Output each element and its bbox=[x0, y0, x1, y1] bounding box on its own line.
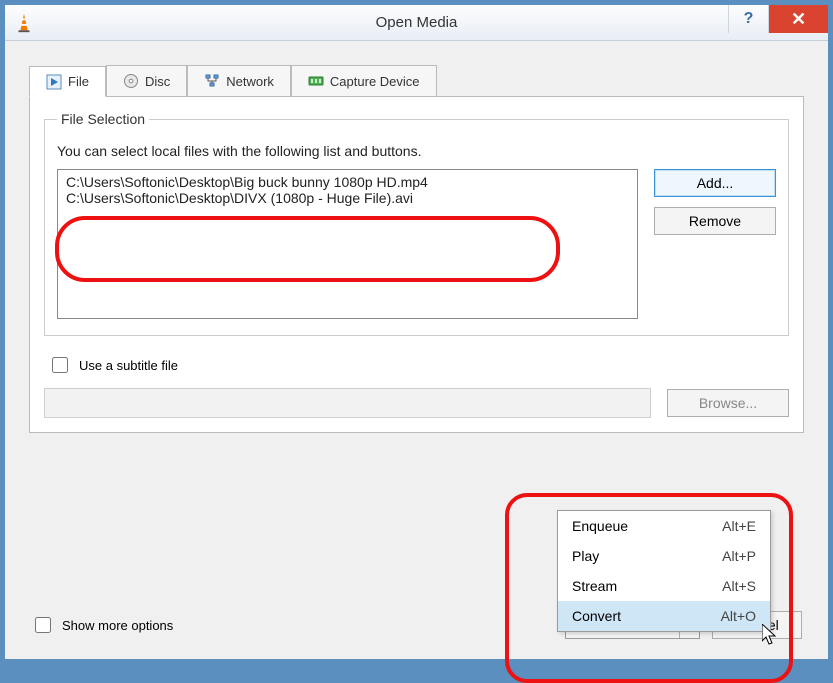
tab-label: Disc bbox=[145, 74, 170, 89]
client-area: File Disc Network bbox=[5, 41, 828, 659]
tab-label: File bbox=[68, 74, 89, 89]
tab-bar: File Disc Network bbox=[29, 65, 804, 97]
file-list-item[interactable]: C:\Users\Softonic\Desktop\Big buck bunny… bbox=[66, 174, 629, 190]
tab-capture-device[interactable]: Capture Device bbox=[291, 65, 437, 96]
menu-item-shortcut: Alt+P bbox=[722, 548, 756, 564]
disc-icon bbox=[123, 73, 139, 89]
subtitle-browse-button: Browse... bbox=[667, 389, 789, 417]
menu-item-shortcut: Alt+S bbox=[722, 578, 756, 594]
menu-item-enqueue[interactable]: Enqueue Alt+E bbox=[558, 511, 770, 541]
tab-label: Capture Device bbox=[330, 74, 420, 89]
vlc-cone-icon bbox=[13, 12, 35, 34]
menu-item-convert[interactable]: Convert Alt+O bbox=[558, 601, 770, 631]
menu-item-stream[interactable]: Stream Alt+S bbox=[558, 571, 770, 601]
tab-disc[interactable]: Disc bbox=[106, 65, 187, 96]
play-file-icon bbox=[46, 74, 62, 90]
open-media-window: Open Media ? ✕ File Disc bbox=[4, 4, 829, 660]
window-controls: ? ✕ bbox=[728, 5, 828, 40]
show-more-options-label: Show more options bbox=[62, 618, 173, 633]
tab-label: Network bbox=[226, 74, 274, 89]
help-button[interactable]: ? bbox=[728, 5, 768, 33]
tab-network[interactable]: Network bbox=[187, 65, 291, 96]
titlebar: Open Media ? ✕ bbox=[5, 5, 828, 41]
remove-button[interactable]: Remove bbox=[654, 207, 776, 235]
capture-icon bbox=[308, 73, 324, 89]
menu-item-play[interactable]: Play Alt+P bbox=[558, 541, 770, 571]
menu-item-label: Enqueue bbox=[572, 518, 628, 534]
file-selection-hint: You can select local files with the foll… bbox=[57, 143, 776, 159]
close-button[interactable]: ✕ bbox=[768, 5, 828, 33]
convert-save-menu: Enqueue Alt+E Play Alt+P Stream Alt+S Co… bbox=[557, 510, 771, 632]
subtitle-path-input bbox=[44, 388, 651, 418]
network-icon bbox=[204, 73, 220, 89]
menu-item-shortcut: Alt+O bbox=[721, 608, 756, 624]
add-button[interactable]: Add... bbox=[654, 169, 776, 197]
menu-item-label: Convert bbox=[572, 608, 621, 624]
file-selection-legend: File Selection bbox=[57, 111, 149, 127]
file-list[interactable]: C:\Users\Softonic\Desktop\Big buck bunny… bbox=[57, 169, 638, 319]
subtitle-checkbox[interactable] bbox=[52, 357, 68, 373]
file-list-item[interactable]: C:\Users\Softonic\Desktop\DIVX (1080p - … bbox=[66, 190, 629, 206]
subtitle-checkbox-label: Use a subtitle file bbox=[79, 358, 178, 373]
tab-page-file: File Selection You can select local file… bbox=[29, 97, 804, 433]
file-selection-group: File Selection You can select local file… bbox=[44, 111, 789, 336]
show-more-options-checkbox[interactable] bbox=[35, 617, 51, 633]
tab-file[interactable]: File bbox=[29, 66, 106, 97]
window-title: Open Media bbox=[5, 14, 828, 31]
menu-item-shortcut: Alt+E bbox=[722, 518, 756, 534]
subtitle-checkbox-row: Use a subtitle file bbox=[48, 354, 789, 376]
menu-item-label: Play bbox=[572, 548, 599, 564]
menu-item-label: Stream bbox=[572, 578, 617, 594]
